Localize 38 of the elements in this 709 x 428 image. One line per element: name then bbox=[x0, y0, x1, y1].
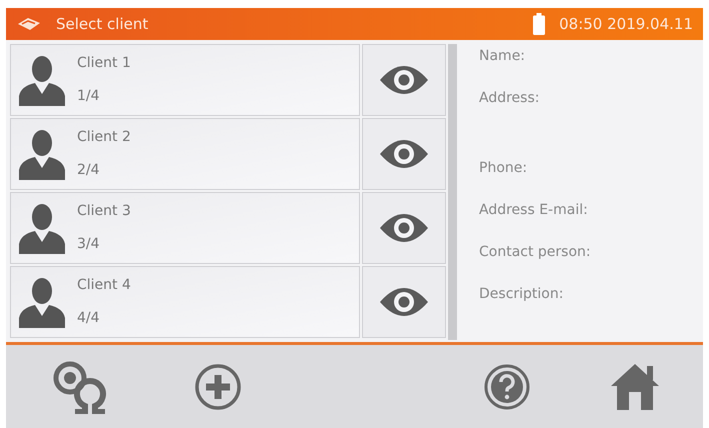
client-item[interactable]: Client 1 1/4 bbox=[10, 44, 360, 116]
eye-icon bbox=[379, 64, 429, 96]
person-icon bbox=[17, 276, 67, 328]
battery-icon bbox=[533, 13, 546, 35]
add-icon[interactable] bbox=[194, 362, 242, 410]
person-icon bbox=[17, 128, 67, 180]
client-position: 2/4 bbox=[77, 161, 101, 180]
eye-icon bbox=[379, 138, 429, 170]
person-icon bbox=[17, 54, 67, 106]
client-item[interactable]: Client 4 4/4 bbox=[10, 266, 360, 338]
field-label: Contact person: bbox=[479, 243, 592, 262]
client-name: Client 3 bbox=[77, 202, 131, 221]
client-name: Client 1 bbox=[77, 54, 131, 73]
client-item[interactable]: Client 2 2/4 bbox=[10, 118, 360, 190]
view-button[interactable] bbox=[362, 118, 446, 190]
client-name: Client 2 bbox=[77, 128, 131, 147]
field-label: Description: bbox=[479, 285, 564, 304]
view-button[interactable] bbox=[362, 44, 446, 116]
client-item[interactable]: Client 3 3/4 bbox=[10, 192, 360, 264]
tape-icon bbox=[16, 16, 42, 32]
home-icon[interactable] bbox=[609, 362, 661, 412]
view-button[interactable] bbox=[362, 266, 446, 338]
client-name: Client 4 bbox=[77, 276, 131, 295]
eye-icon bbox=[379, 286, 429, 318]
date-time: 08:50 2019.04.11 bbox=[559, 14, 693, 35]
client-position: 1/4 bbox=[77, 87, 101, 106]
field-label: Address E-mail: bbox=[479, 201, 589, 220]
client-position: 3/4 bbox=[77, 235, 101, 254]
field-label: Name: bbox=[479, 47, 526, 66]
view-button[interactable] bbox=[362, 192, 446, 264]
screen-title: Select client bbox=[56, 14, 148, 35]
field-label: Address: bbox=[479, 89, 540, 108]
help-icon[interactable] bbox=[483, 362, 531, 410]
client-position: 4/4 bbox=[77, 309, 101, 328]
field-label: Phone: bbox=[479, 159, 528, 178]
scrollbar[interactable] bbox=[448, 44, 457, 340]
eye-icon bbox=[379, 212, 429, 244]
person-icon bbox=[17, 202, 67, 254]
